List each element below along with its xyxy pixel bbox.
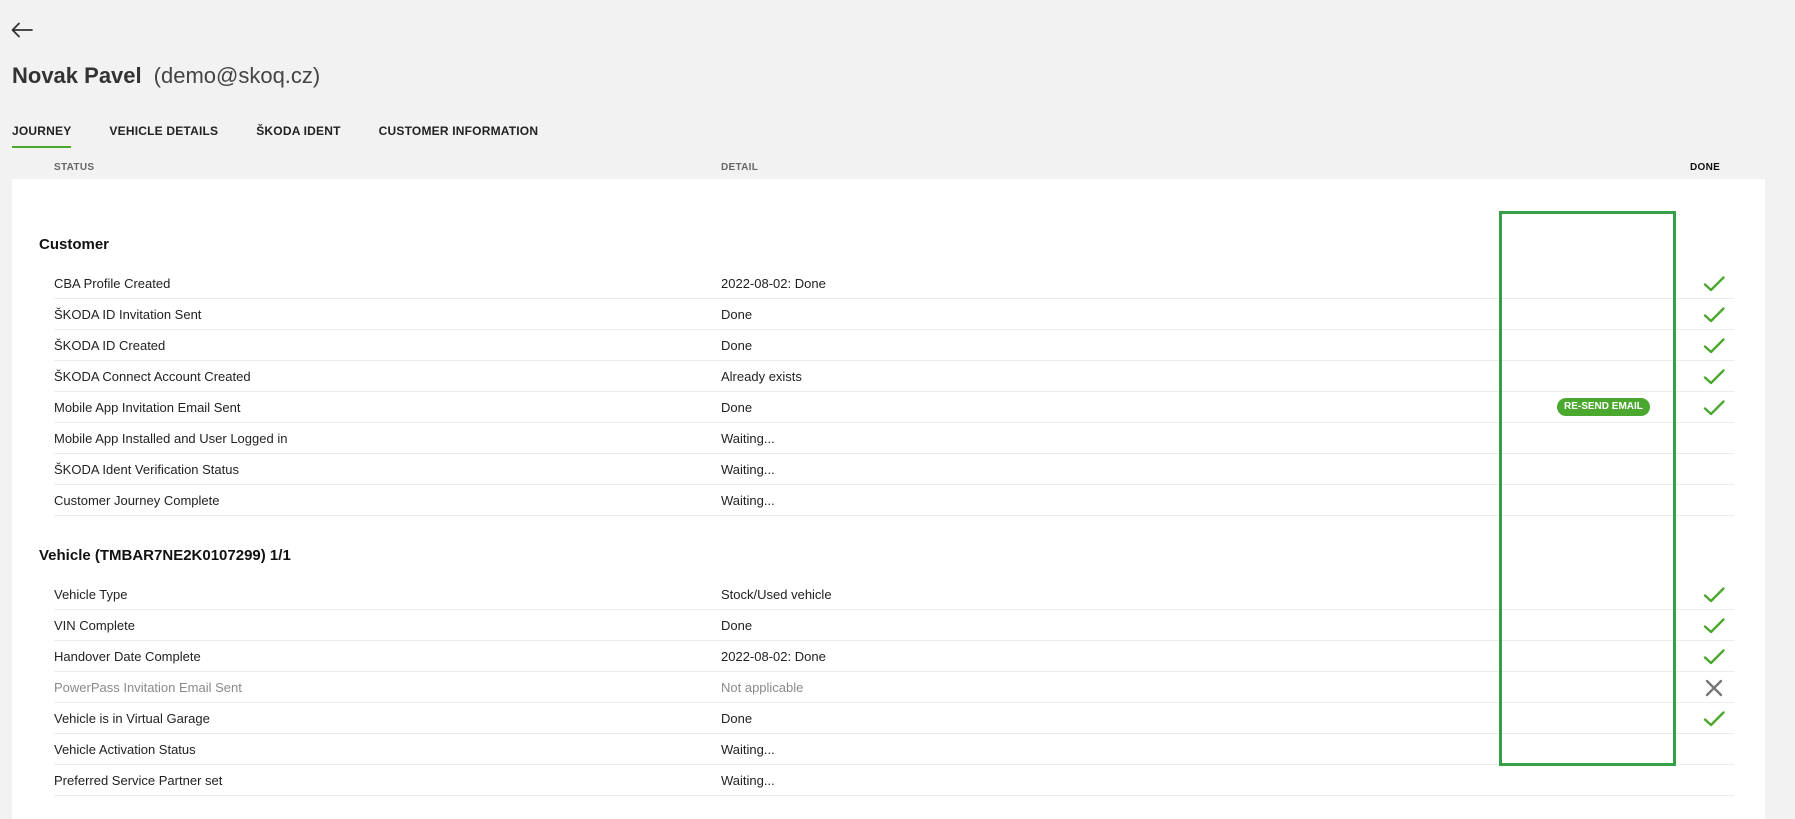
cross-icon [1705, 679, 1723, 697]
table-row: VIN Complete Done [54, 610, 1734, 641]
table-row: PowerPass Invitation Email Sent Not appl… [54, 672, 1734, 703]
row-status: Handover Date Complete [54, 649, 201, 664]
row-status: Preferred Service Partner set [54, 773, 223, 788]
check-icon [1703, 618, 1725, 634]
table-row: ŠKODA Connect Account Created Already ex… [54, 361, 1734, 392]
check-icon [1703, 649, 1725, 665]
table-row: Vehicle Type Stock/Used vehicle [54, 579, 1734, 610]
tab-vehicle-details[interactable]: VEHICLE DETAILS [109, 124, 218, 146]
row-detail: Waiting... [721, 742, 775, 757]
row-status: Vehicle Activation Status [54, 742, 196, 757]
row-detail: Done [721, 307, 753, 322]
tab-journey[interactable]: JOURNEY [12, 124, 72, 148]
table-row: Customer Journey Complete Waiting... [54, 485, 1734, 516]
row-detail: Waiting... [721, 773, 775, 788]
column-header-status: STATUS [54, 162, 95, 173]
section-title-customer: Customer [39, 236, 110, 253]
row-status: ŠKODA ID Invitation Sent [54, 307, 202, 322]
row-status: ŠKODA ID Created [54, 338, 166, 353]
row-detail: Stock/Used vehicle [721, 587, 832, 602]
row-detail: 2022-08-02: Done [721, 649, 826, 664]
row-detail: Already exists [721, 369, 802, 384]
table-row: ŠKODA ID Invitation Sent Done [54, 299, 1734, 330]
tab-bar: JOURNEY VEHICLE DETAILS ŠKODA IDENT CUST… [12, 124, 539, 148]
table-row: Vehicle is in Virtual Garage Done [54, 703, 1734, 734]
column-header-detail: DETAIL [721, 162, 759, 173]
row-status: Mobile App Installed and User Logged in [54, 431, 288, 446]
table-row: CBA Profile Created 2022-08-02: Done [54, 268, 1734, 299]
table-row: ŠKODA Ident Verification Status Waiting.… [54, 454, 1734, 485]
check-icon [1703, 711, 1725, 727]
row-detail: Done [721, 400, 753, 415]
table-row: ŠKODA ID Created Done [54, 330, 1734, 361]
table-row: Mobile App Installed and User Logged in … [54, 423, 1734, 454]
column-header-done: DONE [1690, 162, 1721, 173]
row-detail: Done [721, 618, 753, 633]
row-status: CBA Profile Created [54, 276, 171, 291]
journey-table: Customer CBA Profile Created 2022-08-02:… [12, 179, 1765, 819]
check-icon [1703, 338, 1725, 354]
check-icon [1703, 587, 1725, 603]
row-status: PowerPass Invitation Email Sent [54, 680, 242, 695]
table-row: Preferred Service Partner set Waiting... [54, 765, 1734, 796]
row-detail: Done [721, 711, 753, 726]
row-detail: 2022-08-02: Done [721, 276, 826, 291]
row-status: Vehicle is in Virtual Garage [54, 711, 210, 726]
check-icon [1703, 276, 1725, 292]
row-status: Vehicle Type [54, 587, 128, 602]
table-row: Mobile App Invitation Email Sent Done RE… [54, 392, 1734, 423]
row-detail: Not applicable [721, 680, 804, 695]
customer-email: (demo@skoq.cz) [153, 63, 321, 88]
row-status: ŠKODA Ident Verification Status [54, 462, 239, 477]
row-detail: Waiting... [721, 493, 775, 508]
page-title: Novak Pavel (demo@skoq.cz) [12, 63, 320, 89]
row-status: ŠKODA Connect Account Created [54, 369, 251, 384]
section-title-vehicle: Vehicle (TMBAR7NE2K0107299) 1/1 [39, 547, 291, 564]
row-detail: Waiting... [721, 462, 775, 477]
tab-customer-information[interactable]: CUSTOMER INFORMATION [379, 124, 539, 146]
row-detail: Waiting... [721, 431, 775, 446]
back-button[interactable] [10, 18, 34, 42]
row-status: VIN Complete [54, 618, 135, 633]
arrow-left-icon [11, 22, 33, 38]
row-status: Mobile App Invitation Email Sent [54, 400, 241, 415]
tab-skoda-ident[interactable]: ŠKODA IDENT [256, 124, 340, 146]
row-detail: Done [721, 338, 753, 353]
resend-email-button[interactable]: RE-SEND EMAIL [1557, 398, 1650, 416]
row-status: Customer Journey Complete [54, 493, 220, 508]
check-icon [1703, 400, 1725, 416]
table-row: Vehicle Activation Status Waiting... [54, 734, 1734, 765]
check-icon [1703, 307, 1725, 323]
customer-name: Novak Pavel [12, 63, 142, 88]
check-icon [1703, 369, 1725, 385]
table-row: Handover Date Complete 2022-08-02: Done [54, 641, 1734, 672]
